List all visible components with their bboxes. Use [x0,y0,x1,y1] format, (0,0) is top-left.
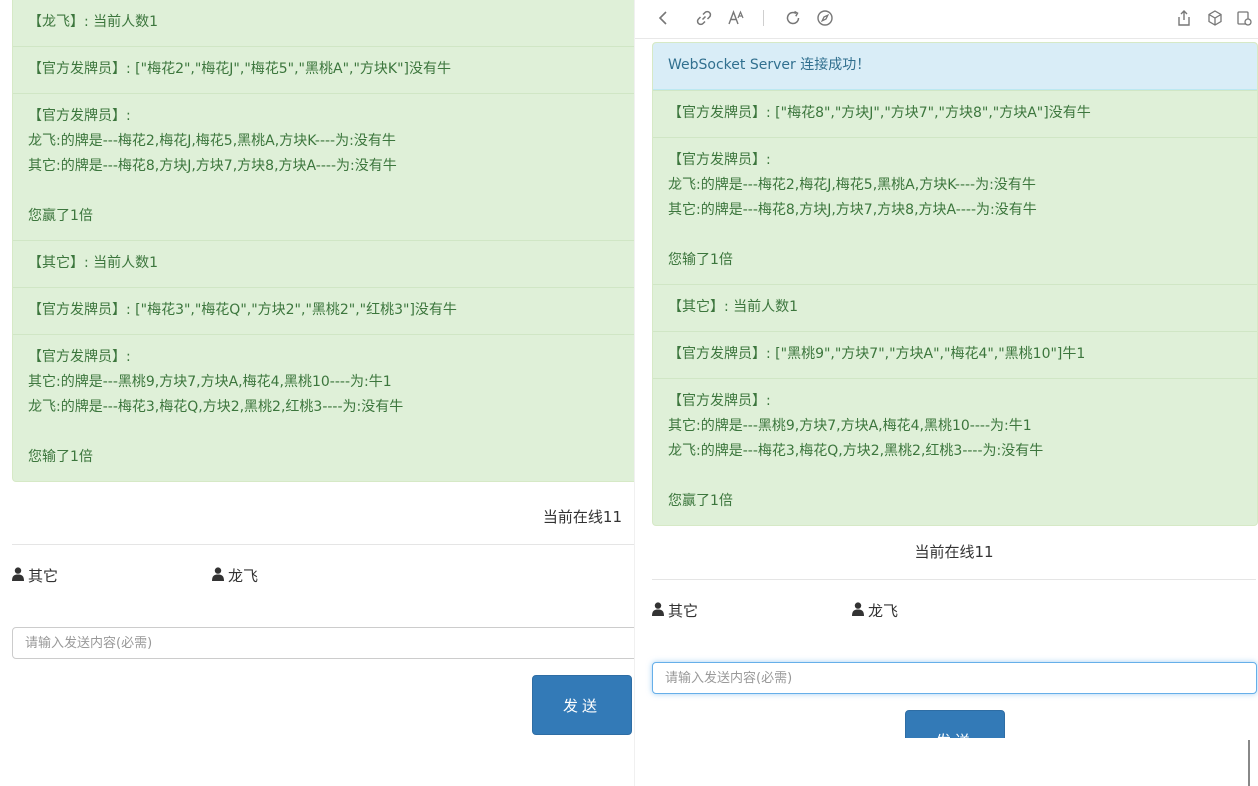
browser-toolbar [635,0,1258,39]
message-line: 龙飞:的牌是---梅花2,梅花J,梅花5,黑桃A,方块K----为:没有牛 [28,133,396,149]
cube-icon[interactable] [1204,7,1226,29]
user-item: 龙飞 [212,565,258,586]
message-line: 您赢了1倍 [668,493,733,509]
user-name: 龙飞 [228,567,259,585]
share-icon[interactable] [1173,7,1195,29]
message-line: 【官方发牌员】: ["梅花8","方块J","方块7","方块8","方块A"]… [668,105,1091,121]
font-size-icon[interactable] [725,7,747,29]
message-line: 其它:的牌是---黑桃9,方块7,方块A,梅花4,黑桃10----为:牛1 [28,374,392,390]
link-icon[interactable] [693,7,715,29]
message-item: 【官方发牌员】: ["黑桃9","方块7","方块A","梅花4","黑桃10"… [653,331,1257,378]
message-input[interactable] [12,627,634,659]
message-item: 【官方发牌员】: ["梅花8","方块J","方块7","方块8","方块A"]… [653,90,1257,137]
message-line: 您输了1倍 [668,252,733,268]
user-item: 其它 [652,600,698,621]
message-line [28,420,634,445]
message-line: 龙飞:的牌是---梅花3,梅花Q,方块2,黑桃2,红桃3----为:没有牛 [28,399,404,415]
message-line: 【官方发牌员】: ["黑桃9","方块7","方块A","梅花4","黑桃10"… [668,346,1086,362]
send-button-clip: 发送 [905,710,1005,738]
scrollbar[interactable] [1248,740,1250,786]
message-list: WebSocket Server 连接成功！ 【官方发牌员】: ["梅花8","… [652,42,1258,526]
message-line: 龙飞:的牌是---梅花3,梅花Q,方块2,黑桃2,红桃3----为:没有牛 [668,443,1044,459]
message-line: 【官方发牌员】: [28,349,131,365]
user-name: 其它 [28,567,59,585]
reload-icon[interactable] [782,7,804,29]
message-line [28,179,634,204]
message-line: 您输了1倍 [28,449,93,465]
user-icon [12,566,24,585]
send-button[interactable]: 发送 [905,710,1005,738]
message-line: 您赢了1倍 [28,208,93,224]
message-item: 【官方发牌员】: 其它:的牌是---黑桃9,方块7,方块A,梅花4,黑桃10---… [13,334,634,481]
user-name: 其它 [668,602,699,620]
message-line: 其它:的牌是---黑桃9,方块7,方块A,梅花4,黑桃10----为:牛1 [668,418,1032,434]
back-icon[interactable] [653,7,675,29]
compass-icon[interactable] [814,7,836,29]
message-item: 【官方发牌员】: 龙飞:的牌是---梅花2,梅花J,梅花5,黑桃A,方块K----… [13,93,634,240]
online-count: 当前在线11 [542,508,622,526]
user-icon [852,601,864,620]
user-item: 龙飞 [852,600,898,621]
user-item: 其它 [12,565,58,586]
message-line: 【龙飞】: 当前人数1 [28,14,159,30]
message-line [668,464,1242,489]
message-item: 【官方发牌员】: ["梅花2","梅花J","梅花5","黑桃A","方块K"]… [13,46,634,93]
message-item: 【其它】: 当前人数1 [13,240,634,287]
toolbar-separator [763,10,764,26]
message-line: 【官方发牌员】: [28,108,131,124]
divider [652,579,1256,580]
user-icon [212,566,224,585]
message-line [668,223,1242,248]
message-line: 【其它】: 当前人数1 [28,255,159,271]
message-line: 【官方发牌员】: ["梅花3","梅花Q","方块2","黑桃2","红桃3"]… [28,302,457,318]
user-name: 龙飞 [868,602,899,620]
divider [12,544,634,545]
message-line: 其它:的牌是---梅花8,方块J,方块7,方块8,方块A----为:没有牛 [28,158,397,174]
message-line: 龙飞:的牌是---梅花2,梅花J,梅花5,黑桃A,方块K----为:没有牛 [668,177,1036,193]
message-item: 【官方发牌员】: 龙飞:的牌是---梅花2,梅花J,梅花5,黑桃A,方块K----… [653,137,1257,284]
message-line: 【其它】: 当前人数1 [668,299,799,315]
settings-icon[interactable] [1233,7,1255,29]
message-list: 【龙飞】: 当前人数1 【官方发牌员】: ["梅花2","梅花J","梅花5","… [12,0,634,482]
connection-status: WebSocket Server 连接成功！ [653,43,1257,90]
message-item: 【官方发牌员】: ["梅花3","梅花Q","方块2","黑桃2","红桃3"]… [13,287,634,334]
message-line: 【官方发牌员】: [668,393,771,409]
message-line: 【官方发牌员】: ["梅花2","梅花J","梅花5","黑桃A","方块K"]… [28,61,451,77]
message-item: 【官方发牌员】: 其它:的牌是---黑桃9,方块7,方块A,梅花4,黑桃10---… [653,378,1257,525]
message-line: 其它:的牌是---梅花8,方块J,方块7,方块8,方块A----为:没有牛 [668,202,1037,218]
online-count: 当前在线11 [914,543,994,561]
user-icon [652,601,664,620]
message-line: 【官方发牌员】: [668,152,771,168]
message-item: 【其它】: 当前人数1 [653,284,1257,331]
send-button[interactable]: 发送 [532,675,632,735]
right-chat-window: WebSocket Server 连接成功！ 【官方发牌员】: ["梅花8","… [634,0,1258,786]
left-chat-window: 【龙飞】: 当前人数1 【官方发牌员】: ["梅花2","梅花J","梅花5","… [0,0,634,786]
message-input[interactable] [652,662,1257,694]
message-item: 【龙飞】: 当前人数1 [13,0,634,46]
